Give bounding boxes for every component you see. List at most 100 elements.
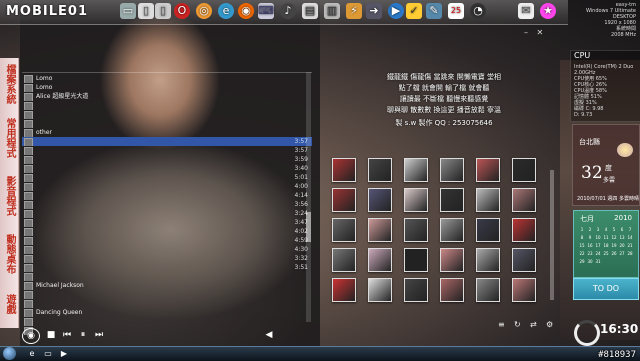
play-pause-icon[interactable]: ⏸	[76, 328, 90, 342]
firefox-icon[interactable]: ◉	[238, 3, 254, 19]
playlist-row[interactable]	[22, 101, 312, 110]
album-cover[interactable]	[368, 278, 392, 302]
calendar-day[interactable]: 3	[594, 227, 602, 233]
start-button[interactable]	[3, 347, 16, 360]
album-cover[interactable]	[440, 248, 464, 272]
album-cover[interactable]	[368, 218, 392, 242]
calendar-day[interactable]: 7	[626, 227, 634, 233]
album-cover[interactable]	[332, 158, 356, 182]
folder-icon[interactable]: ▭	[120, 3, 136, 19]
music-icon[interactable]: ♪	[280, 3, 296, 19]
keyboard-icon[interactable]: ⌨	[258, 3, 274, 19]
calendar-day[interactable]: 25	[602, 251, 610, 257]
calendar-day[interactable]: 30	[586, 259, 594, 265]
playlist-row[interactable]: Michael Jackson	[22, 281, 312, 290]
calendar-day[interactable]: 20	[618, 243, 626, 249]
calendar-day[interactable]: 8	[578, 235, 586, 241]
album-cover[interactable]	[512, 248, 536, 272]
calendar-day[interactable]: 13	[618, 235, 626, 241]
calendar-day[interactable]: 28	[626, 251, 634, 257]
calendar-day[interactable]: 5	[610, 227, 618, 233]
playlist-row[interactable]: other	[22, 128, 312, 137]
browser-icon[interactable]: ▤	[302, 3, 318, 19]
calendar-day[interactable]: 1	[578, 227, 586, 233]
album-cover[interactable]	[512, 158, 536, 182]
playlist-row[interactable]	[22, 110, 312, 119]
calendar-day[interactable]: 12	[610, 235, 618, 241]
calendar-day[interactable]: 2	[586, 227, 594, 233]
calendar-day[interactable]: 17	[594, 243, 602, 249]
calendar-day[interactable]: 22	[578, 251, 586, 257]
album-cover[interactable]	[404, 188, 428, 212]
dock-tab-programs[interactable]: 常用程式	[1, 118, 17, 158]
album-cover[interactable]	[512, 278, 536, 302]
album-cover[interactable]	[332, 278, 356, 302]
album-cover[interactable]	[368, 158, 392, 182]
album-cover[interactable]	[476, 218, 500, 242]
playlist-row[interactable]: Lomo	[22, 74, 312, 83]
album-cover[interactable]	[476, 248, 500, 272]
calendar-day[interactable]: 6	[618, 227, 626, 233]
dock-tab-games[interactable]: 遊戲	[1, 294, 17, 314]
settings-icon[interactable]: ⚙	[546, 320, 553, 329]
taskbar-folder-icon[interactable]: ▭	[42, 348, 54, 360]
album-cover[interactable]	[368, 188, 392, 212]
album-cover[interactable]	[404, 278, 428, 302]
album-cover[interactable]	[512, 188, 536, 212]
album-cover[interactable]	[404, 248, 428, 272]
chrome-icon[interactable]: ◎	[196, 3, 212, 19]
calendar-day[interactable]: 16	[586, 243, 594, 249]
calendar-day[interactable]: 27	[618, 251, 626, 257]
album-cover[interactable]	[332, 248, 356, 272]
album-cover[interactable]	[404, 158, 428, 182]
close-icon[interactable]: ✕	[537, 28, 544, 37]
playlist-row[interactable]: Lomo	[22, 83, 312, 92]
opera-icon[interactable]: O	[174, 3, 190, 19]
calendar-day[interactable]: 10	[594, 235, 602, 241]
playlist-row[interactable]: 3:40	[22, 164, 312, 173]
playlist-row[interactable]	[22, 119, 312, 128]
prev-icon[interactable]: ⏮	[60, 328, 74, 342]
calendar-day[interactable]: 9	[586, 235, 594, 241]
album-cover[interactable]	[476, 158, 500, 182]
album-cover[interactable]	[440, 188, 464, 212]
calendar-day[interactable]: 15	[578, 243, 586, 249]
shuffle-icon[interactable]: ⇄	[530, 320, 537, 329]
playlist-row[interactable]: 4:02	[22, 227, 312, 236]
player-logo-icon[interactable]: ◉	[22, 328, 40, 344]
album-cover[interactable]	[404, 218, 428, 242]
playlist-row[interactable]	[22, 272, 312, 281]
playlist-row[interactable]: 3:56	[22, 200, 312, 209]
dock-tab-files[interactable]: 檔案系統	[1, 64, 17, 104]
calendar-day[interactable]: 26	[610, 251, 618, 257]
playlist-row[interactable]: 3:32	[22, 254, 312, 263]
playlist-scrollbar[interactable]	[306, 72, 311, 322]
calendar-day[interactable]: 24	[594, 251, 602, 257]
playlist-row[interactable]: 4:14	[22, 191, 312, 200]
eq-icon[interactable]: ≡	[498, 320, 505, 329]
playlist-row[interactable]: 3:51	[22, 263, 312, 272]
playlist-row[interactable]: 4:59	[22, 236, 312, 245]
stop-icon[interactable]: ■	[44, 328, 58, 342]
taskbar-media-icon[interactable]: ▶	[58, 348, 70, 360]
volume-icon[interactable]: ◀	[262, 328, 276, 342]
playlist-scroll-thumb[interactable]	[306, 212, 311, 242]
next-icon[interactable]: ⏭	[92, 328, 106, 342]
playlist-row[interactable]: 3:47	[22, 218, 312, 227]
calendar-day[interactable]: 21	[626, 243, 634, 249]
playlist-row[interactable]: 3:59	[22, 155, 312, 164]
document-icon[interactable]: ▯	[138, 3, 154, 19]
album-cover[interactable]	[476, 188, 500, 212]
calendar-gadget[interactable]: 七月 2010 1 2 3 4 5 6 78 9 10 11 12 13 1415 16 17 18 19 20 2…	[573, 210, 639, 278]
playlist-row[interactable]: Alice 超級星光大道	[22, 92, 312, 101]
taskbar-ie-icon[interactable]: e	[26, 348, 38, 360]
todo-gadget[interactable]: TO DO	[573, 278, 639, 300]
album-cover[interactable]	[476, 278, 500, 302]
dock-tab-media[interactable]: 影音程式	[1, 176, 17, 216]
weather-gadget[interactable]: 台北縣 32 度 多雲 2010/07/01 週四 多雲時晴	[572, 124, 640, 206]
dock-tab-wallpaper[interactable]: 動態桌布	[1, 234, 17, 274]
playlist-row[interactable]: 5:01	[22, 173, 312, 182]
album-cover[interactable]	[440, 218, 464, 242]
playlist-row[interactable]: 4:00	[22, 182, 312, 191]
playlist-row[interactable]	[22, 299, 312, 308]
